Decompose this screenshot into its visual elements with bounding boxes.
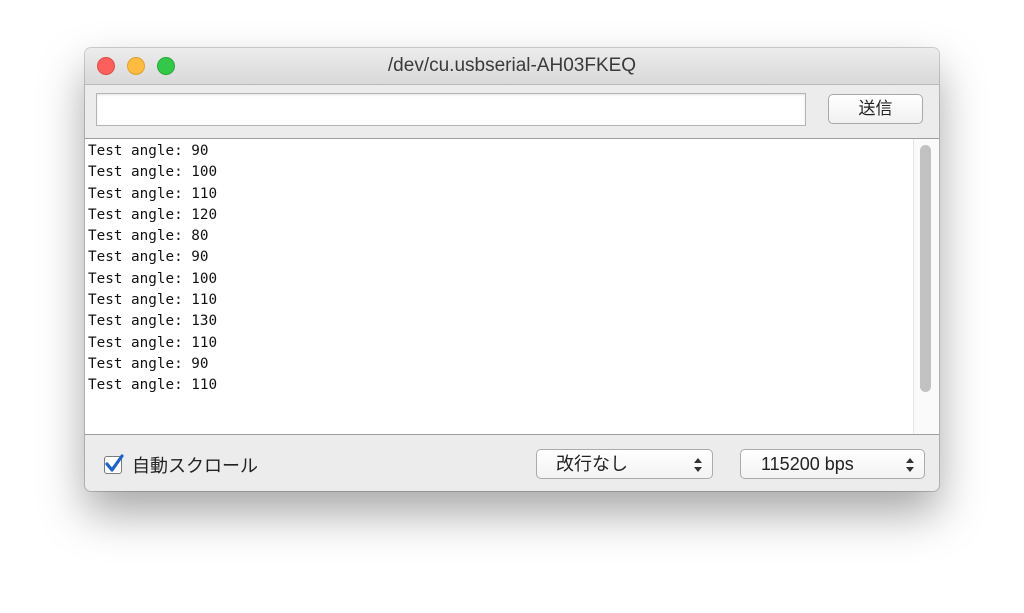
line-ending-select[interactable]: 改行なし bbox=[536, 449, 713, 479]
checkmark-icon bbox=[105, 454, 124, 472]
baud-rate-value: 115200 bps bbox=[761, 454, 854, 474]
output-lines: Test angle: 90 Test angle: 100 Test angle:… bbox=[88, 141, 217, 397]
output-line: Test angle: 90 bbox=[88, 249, 209, 266]
serial-monitor-window: /dev/cu.usbserial-AH03FKEQ 送信 Test angle… bbox=[85, 48, 939, 491]
title-bar[interactable]: /dev/cu.usbserial-AH03FKEQ bbox=[85, 48, 939, 85]
output-line: Test angle: 120 bbox=[88, 206, 218, 223]
output-line: Test angle: 100 bbox=[88, 164, 218, 181]
output-line: Test angle: 110 bbox=[88, 334, 218, 351]
output-line: Test angle: 110 bbox=[88, 292, 218, 309]
output-line: Test angle: 80 bbox=[88, 228, 209, 245]
scrollbar-thumb[interactable] bbox=[920, 145, 931, 392]
serial-output-area[interactable]: Test angle: 90 Test angle: 100 Test angle:… bbox=[85, 138, 939, 435]
output-line: Test angle: 100 bbox=[88, 270, 218, 287]
autoscroll-option[interactable]: 自動スクロール bbox=[104, 453, 258, 477]
autoscroll-label: 自動スクロール bbox=[132, 456, 258, 476]
up-down-arrows-icon bbox=[694, 458, 702, 472]
baud-rate-select[interactable]: 115200 bps bbox=[740, 449, 925, 479]
window-title: /dev/cu.usbserial-AH03FKEQ bbox=[387, 55, 637, 76]
output-line: Test angle: 110 bbox=[88, 377, 218, 394]
up-down-arrows-icon bbox=[906, 458, 914, 472]
output-line: Test angle: 90 bbox=[88, 355, 209, 372]
output-line: Test angle: 110 bbox=[88, 185, 218, 202]
vertical-scrollbar[interactable] bbox=[913, 139, 939, 434]
send-button[interactable]: 送信 bbox=[828, 94, 923, 124]
autoscroll-checkbox[interactable] bbox=[104, 454, 124, 474]
line-ending-value: 改行なし bbox=[556, 454, 628, 474]
output-line: Test angle: 90 bbox=[88, 143, 209, 159]
output-line: Test angle: 130 bbox=[88, 313, 218, 330]
send-input[interactable] bbox=[96, 93, 806, 126]
